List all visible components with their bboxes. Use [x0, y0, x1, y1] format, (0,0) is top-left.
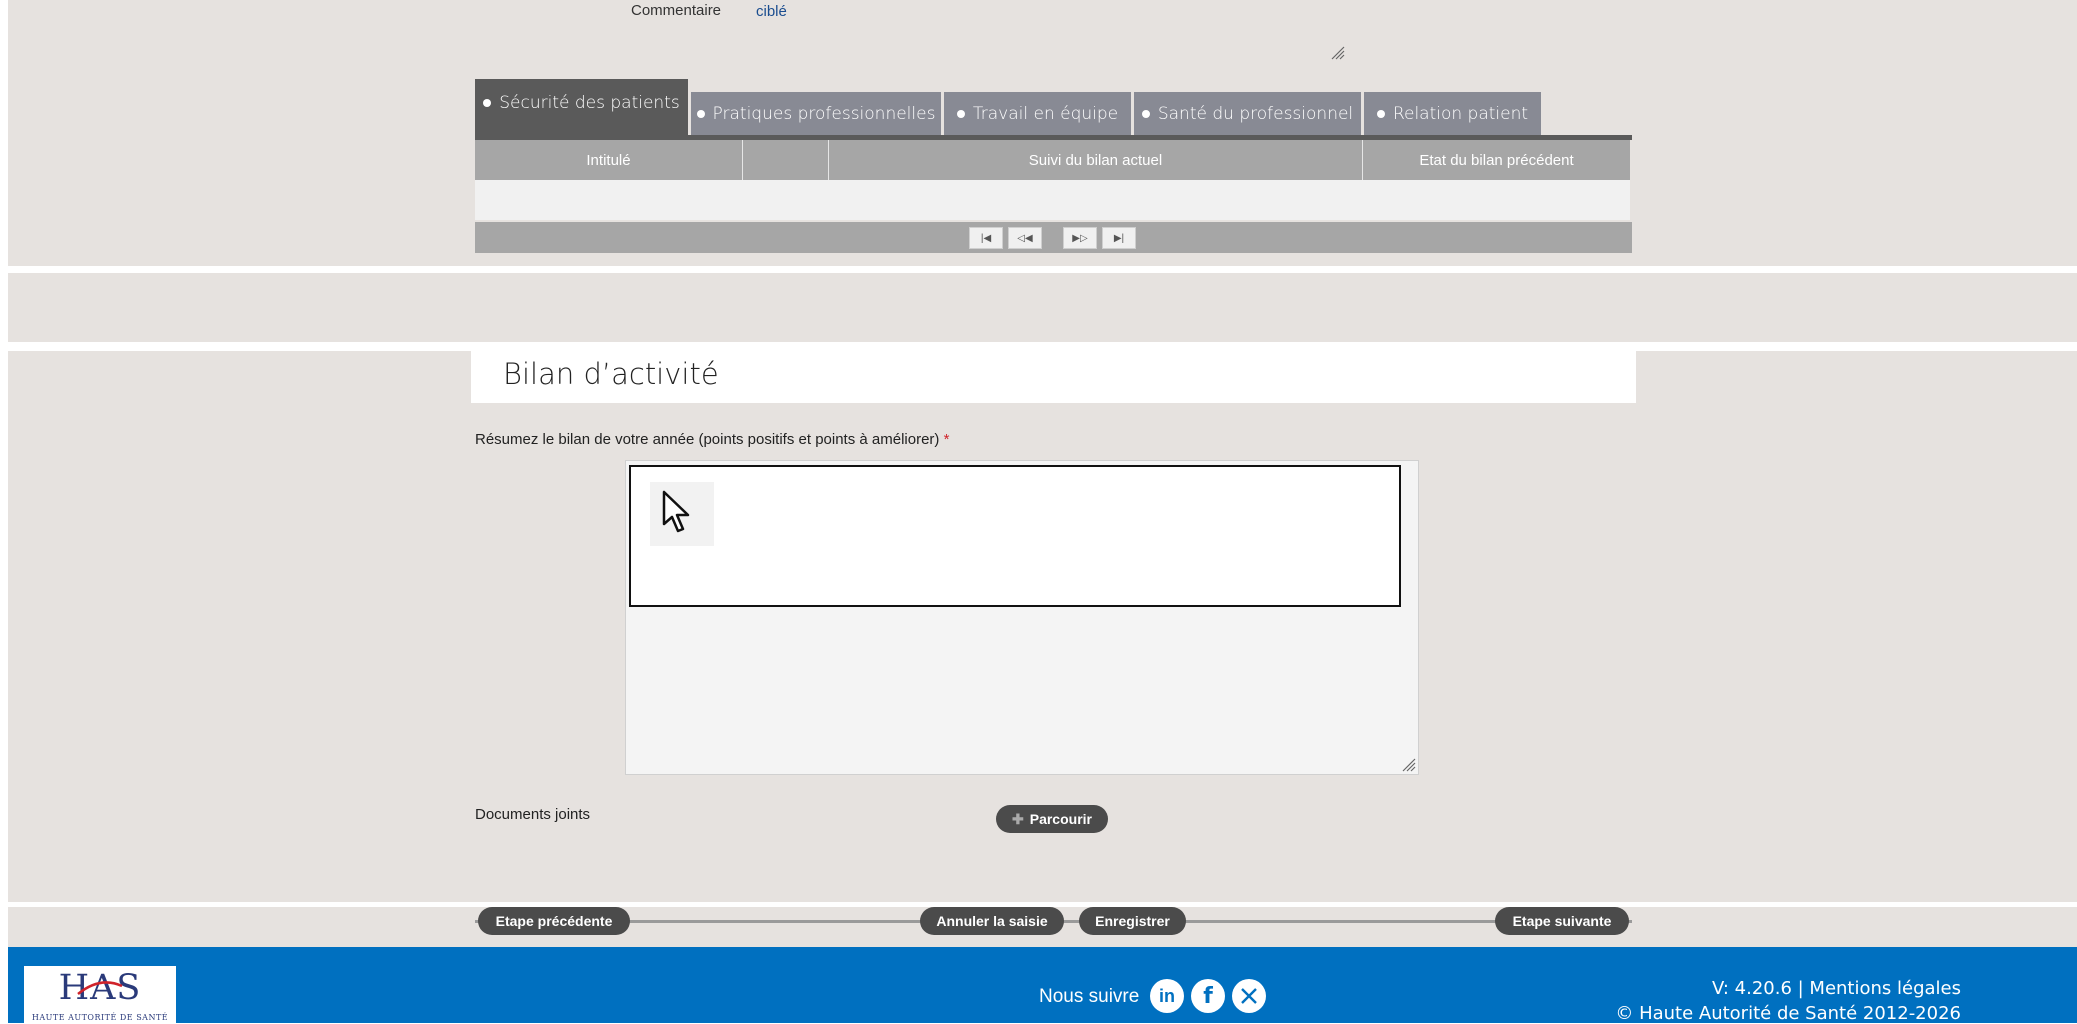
first-page-icon[interactable]: |◀: [969, 227, 1003, 249]
next-page-icon[interactable]: ▶▷: [1063, 227, 1097, 249]
previous-step-button[interactable]: Etape précédente: [478, 907, 630, 935]
tab-label: Travail en équipe: [972, 103, 1119, 124]
section-title: Bilan d’activité: [503, 357, 719, 391]
column-header-etat[interactable]: Etat du bilan précédent: [1363, 140, 1630, 180]
bullet-icon: [1376, 109, 1385, 118]
logo-subtitle: HAUTE AUTORITÉ DE SANTÉ: [31, 1013, 169, 1022]
documents-label: Documents joints: [475, 806, 591, 823]
x-icon[interactable]: [1232, 979, 1266, 1013]
resize-grip-icon[interactable]: [1329, 44, 1345, 60]
answer-editor[interactable]: [629, 465, 1401, 607]
table-header: Intitulé Suivi du bilan actuel Etat du b…: [475, 140, 1630, 180]
question-text: Résumez le bilan de votre année (points …: [475, 431, 940, 448]
linkedin-icon[interactable]: in: [1150, 979, 1184, 1013]
column-header-intitule[interactable]: Intitulé: [475, 140, 743, 180]
bullet-icon: [956, 109, 965, 118]
version-mentions[interactable]: V: 4.20.6 | Mentions légales: [1712, 978, 1961, 999]
tab-label: Sécurité des patients: [499, 93, 680, 113]
tab-relation-patient[interactable]: Relation patient: [1364, 92, 1541, 135]
comment-label: Commentaire: [631, 2, 722, 19]
column-header-suivi[interactable]: Suivi du bilan actuel: [829, 140, 1363, 180]
tab-label: Pratiques professionnelles: [712, 103, 936, 124]
browse-button[interactable]: ✚ Parcourir: [996, 805, 1108, 833]
cursor-icon: [650, 482, 714, 546]
tab-travail-equipe[interactable]: Travail en équipe: [944, 92, 1131, 135]
column-header-blank[interactable]: [743, 140, 829, 180]
tab-securite-patients[interactable]: Sécurité des patients: [475, 79, 688, 135]
comment-value: ciblé: [756, 3, 787, 20]
has-logo[interactable]: HAS HAUTE AUTORITÉ DE SANTÉ: [24, 966, 176, 1023]
bullet-icon: [696, 109, 705, 118]
question-label: Résumez le bilan de votre année (points …: [475, 431, 949, 448]
required-marker: *: [943, 431, 950, 448]
tab-pratiques-professionnelles[interactable]: Pratiques professionnelles: [691, 92, 941, 135]
table-pager-bar: [475, 222, 1632, 253]
browse-label: Parcourir: [1029, 811, 1092, 827]
bullet-icon: [483, 99, 492, 107]
tab-label: Santé du professionnel: [1157, 103, 1354, 124]
tab-label: Relation patient: [1392, 103, 1529, 124]
bullet-icon: [1141, 109, 1150, 118]
resize-grip-icon[interactable]: [1400, 756, 1416, 772]
table-body-empty: [475, 180, 1630, 220]
last-page-icon[interactable]: ▶|: [1102, 227, 1136, 249]
facebook-icon[interactable]: f: [1191, 979, 1225, 1013]
spacer-band: [8, 273, 2077, 342]
tab-sante-professionnel[interactable]: Santé du professionnel: [1134, 92, 1361, 135]
follow-label: Nous suivre: [1039, 986, 1140, 1007]
logo-swoosh-icon: [77, 981, 123, 995]
save-button[interactable]: Enregistrer: [1079, 907, 1186, 935]
cancel-button[interactable]: Annuler la saisie: [920, 907, 1064, 935]
prev-page-icon[interactable]: ◁◀: [1008, 227, 1042, 249]
plus-icon: ✚: [1012, 810, 1024, 827]
next-step-button[interactable]: Etape suivante: [1495, 907, 1629, 935]
copyright: © Haute Autorité de Santé 2012-2026: [1615, 1003, 1961, 1024]
